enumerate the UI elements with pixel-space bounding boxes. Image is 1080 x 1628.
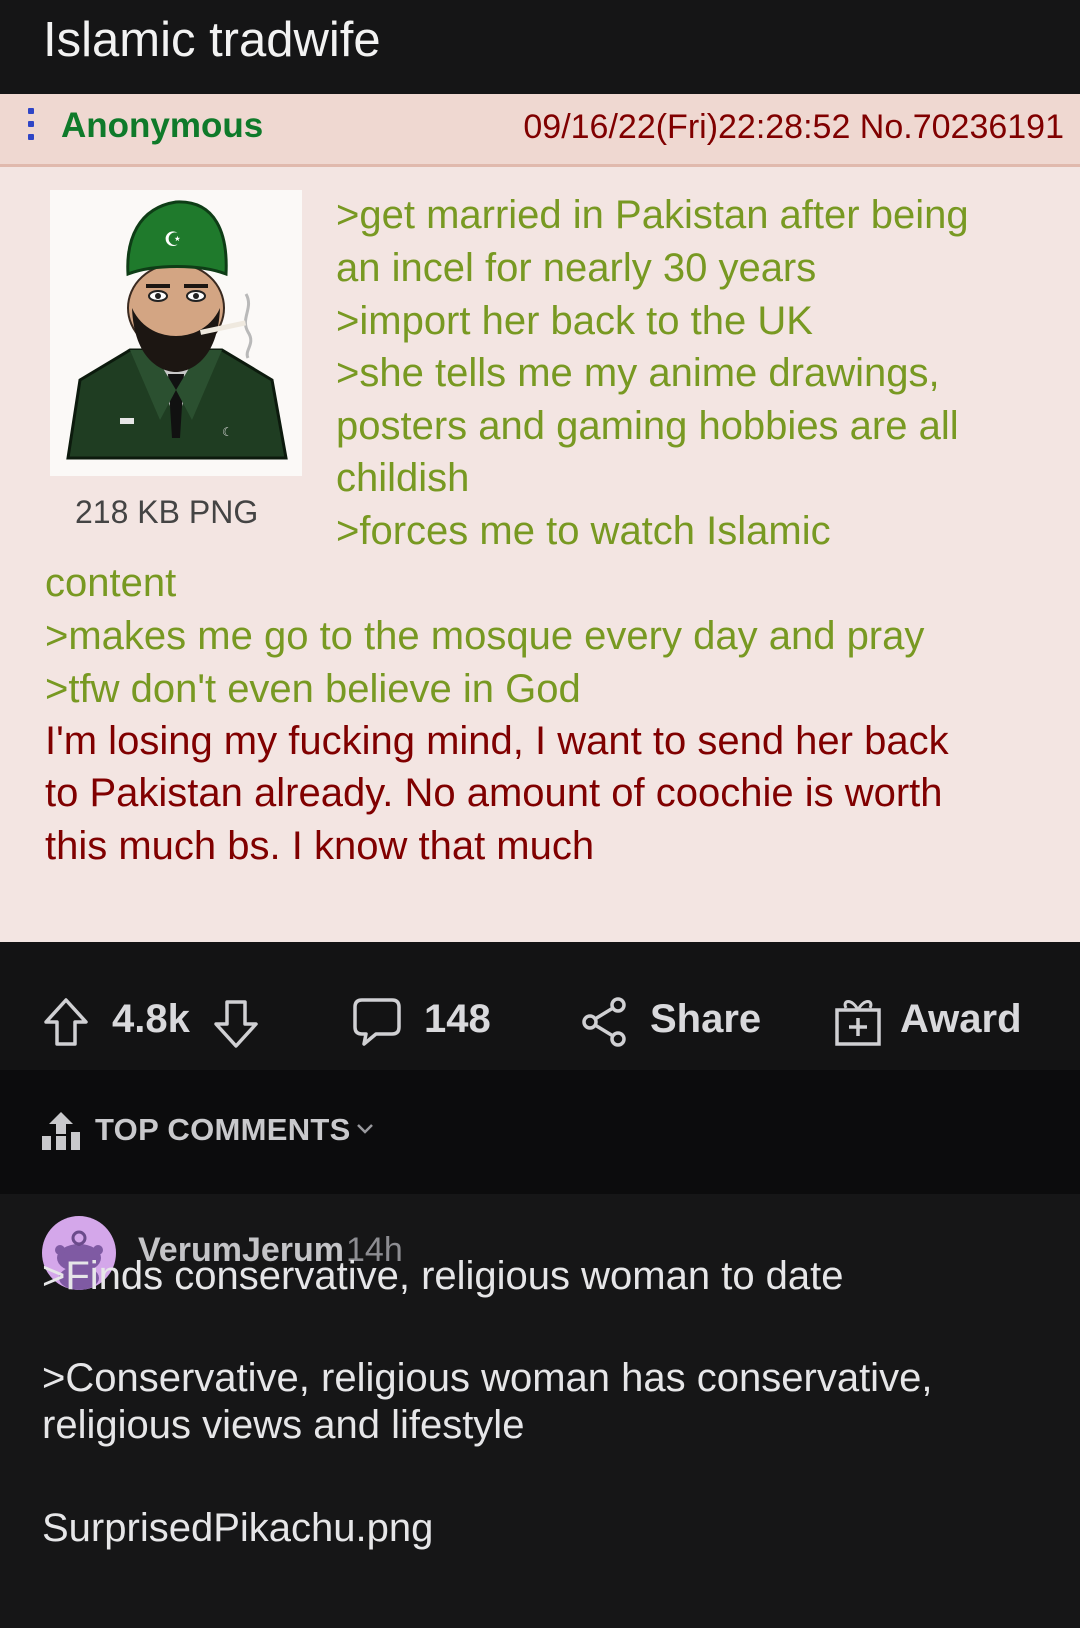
share-icon[interactable] [580, 996, 628, 1048]
vote-count: 4.8k [112, 997, 190, 1041]
post-action-bar: 4.8k 148 Share Award [0, 942, 1080, 1070]
upvote-icon[interactable] [42, 996, 90, 1048]
post-image-4chan-screenshot[interactable]: Anonymous 09/16/22(Fri)22:28:52 No.70236… [0, 94, 1080, 942]
dots-icon [28, 108, 34, 144]
chan-line-9: >makes me go to the mosque every day and… [45, 614, 925, 658]
downvote-icon[interactable] [212, 998, 260, 1050]
chan-line-12: to Pakistan already. No amount of coochi… [45, 771, 943, 815]
chan-line-6: childish [336, 456, 470, 500]
chan-line-1: >get married in Pakistan after being [336, 193, 969, 237]
chan-line-5: posters and gaming hobbies are all [336, 404, 959, 448]
chan-post-header: Anonymous 09/16/22(Fri)22:28:52 No.70236… [0, 94, 1080, 167]
award-button[interactable]: Award [900, 994, 1022, 1044]
post-title[interactable]: Islamic tradwife [43, 10, 381, 70]
chan-line-3: >import her back to the UK [336, 299, 813, 343]
award-icon[interactable] [834, 996, 882, 1048]
share-button[interactable]: Share [650, 994, 761, 1044]
comment-line-3: religious views and lifestyle [42, 1403, 525, 1447]
chan-line-10: >tfw don't even believe in God [45, 667, 581, 711]
sort-label[interactable]: TOP COMMENTS [95, 1110, 351, 1150]
chan-file-info: 218 KB PNG [75, 494, 259, 530]
chan-line-2: an incel for nearly 30 years [336, 246, 817, 290]
top-comments-icon [42, 1112, 80, 1150]
chan-line-13: this much bs. I know that much [45, 824, 595, 868]
chan-line-8: content [45, 561, 177, 605]
chevron-down-icon[interactable] [356, 1122, 374, 1136]
comment-icon[interactable] [352, 996, 402, 1048]
comment-line-4: SurprisedPikachu.png [42, 1506, 434, 1550]
chan-post-datetime: 09/16/22(Fri)22:28:52 No.70236191 [523, 108, 1064, 146]
chan-thumbnail-soldier-icon: ☾ ☪ [50, 190, 302, 476]
comment: VerumJerum 14h >Finds conservative, reli… [0, 1194, 1080, 1628]
svg-text:☾: ☾ [222, 425, 233, 439]
chan-poster-name: Anonymous [61, 106, 264, 145]
chan-line-7: >forces me to watch Islamic [336, 509, 831, 553]
chan-line-4: >she tells me my anime drawings, [336, 351, 940, 395]
svg-text:☪: ☪ [164, 227, 182, 251]
comment-line-2: >Conservative, religious woman has conse… [42, 1356, 933, 1400]
post-title-bar: Islamic tradwife [0, 0, 1080, 94]
chan-line-11: I'm losing my fucking mind, I want to se… [45, 719, 949, 763]
comment-count[interactable]: 148 [424, 994, 491, 1044]
comments-sort-bar[interactable]: TOP COMMENTS [0, 1070, 1080, 1194]
comment-line-1: >Finds conservative, religious woman to … [42, 1254, 844, 1298]
